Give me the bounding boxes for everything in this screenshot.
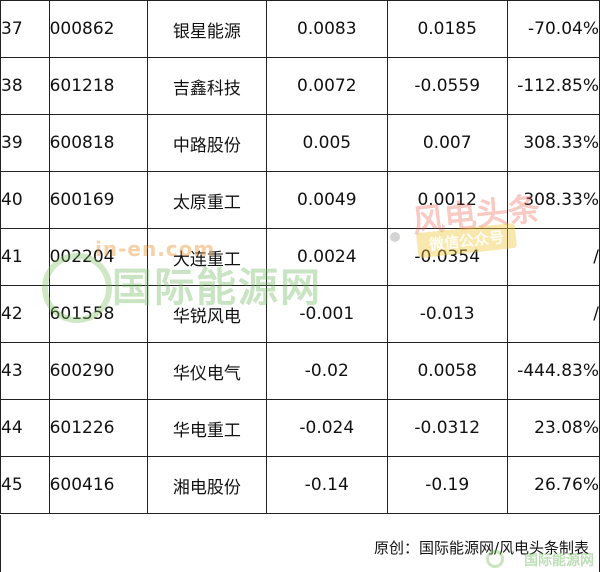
table-row: 43 600290 华仪电气 -0.02 0.0058 -444.83% xyxy=(0,342,600,400)
stock-code-cell: 601558 xyxy=(48,285,148,343)
value-2-cell: -0.0354 xyxy=(386,228,508,286)
change-cell: 308.33% xyxy=(506,114,600,172)
value-2-cell: 0.0012 xyxy=(386,171,508,229)
rank-cell: 41 xyxy=(0,228,50,286)
company-name-cell: 中路股份 xyxy=(146,114,268,172)
rank-cell: 39 xyxy=(0,114,50,172)
change-cell: -444.83% xyxy=(506,342,600,400)
table-row: 41 002204 大连重工 0.0024 -0.0354/ xyxy=(0,228,600,286)
company-name-cell: 大连重工 xyxy=(146,228,268,286)
data-table: 37 000862 银星能源 0.0083 0.0185 -70.04% 38 601218 吉… xyxy=(0,0,600,514)
value-1-cell: 0.005 xyxy=(266,114,388,172)
stock-code-cell: 600818 xyxy=(48,114,148,172)
value-1-cell: -0.14 xyxy=(266,456,388,514)
change-cell: / xyxy=(506,285,600,343)
stock-code-cell: 601218 xyxy=(48,57,148,115)
value-2-cell: -0.0559 xyxy=(386,57,508,115)
company-name-cell: 华仪电气 xyxy=(146,342,268,400)
value-2-cell: -0.0312 xyxy=(386,399,508,457)
table-row: 45 600416 湘电股份 -0.14 -0.19 26.76% xyxy=(0,456,600,514)
value-2-cell: 0.007 xyxy=(386,114,508,172)
stock-code-cell: 601226 xyxy=(48,399,148,457)
value-1-cell: 0.0049 xyxy=(266,171,388,229)
stock-code-cell: 600416 xyxy=(48,456,148,514)
rank-cell: 43 xyxy=(0,342,50,400)
stock-code-cell: 002204 xyxy=(48,228,148,286)
source-note: 原创：国际能源网/风电头条制表 xyxy=(373,539,589,557)
change-cell: -112.85% xyxy=(506,57,600,115)
rank-cell: 40 xyxy=(0,171,50,229)
table-row: 42 601558 华锐风电 -0.001 -0.013/ xyxy=(0,285,600,343)
value-2-cell: 0.0185 xyxy=(386,0,508,58)
table-row: 39 600818 中路股份 0.005 0.007 308.33% xyxy=(0,114,600,172)
table-body: 37 000862 银星能源 0.0083 0.0185 -70.04% 38 601218 吉… xyxy=(0,0,600,514)
change-cell: 308.33% xyxy=(506,171,600,229)
table-row: 37 000862 银星能源 0.0083 0.0185 -70.04% xyxy=(0,0,600,58)
value-1-cell: 0.0072 xyxy=(266,57,388,115)
change-cell: 23.08% xyxy=(506,399,600,457)
company-name-cell: 华锐风电 xyxy=(146,285,268,343)
value-1-cell: 0.0083 xyxy=(266,0,388,58)
company-name-cell: 吉鑫科技 xyxy=(146,57,268,115)
source-row: 原创：国际能源网/风电头条制表 xyxy=(0,515,600,572)
value-1-cell: -0.02 xyxy=(266,342,388,400)
value-1-cell: -0.024 xyxy=(266,399,388,457)
value-1-cell: 0.0024 xyxy=(266,228,388,286)
table-row: 40 600169 太原重工 0.0049 0.0012 308.33% xyxy=(0,171,600,229)
value-2-cell: -0.013 xyxy=(386,285,508,343)
rank-cell: 45 xyxy=(0,456,50,514)
rank-cell: 44 xyxy=(0,399,50,457)
company-name-cell: 太原重工 xyxy=(146,171,268,229)
stock-code-cell: 600169 xyxy=(48,171,148,229)
rank-cell: 37 xyxy=(0,0,50,58)
value-2-cell: 0.0058 xyxy=(386,342,508,400)
value-1-cell: -0.001 xyxy=(266,285,388,343)
company-name-cell: 湘电股份 xyxy=(146,456,268,514)
rank-cell: 38 xyxy=(0,57,50,115)
rank-cell: 42 xyxy=(0,285,50,343)
table-row: 38 601218 吉鑫科技 0.0072 -0.0559 -112.85% xyxy=(0,57,600,115)
company-name-cell: 银星能源 xyxy=(146,0,268,58)
change-cell: / xyxy=(506,228,600,286)
value-2-cell: -0.19 xyxy=(386,456,508,514)
stock-code-cell: 000862 xyxy=(48,0,148,58)
company-name-cell: 华电重工 xyxy=(146,399,268,457)
change-cell: -70.04% xyxy=(506,0,600,58)
table-row: 44 601226 华电重工 -0.024 -0.0312 23.08% xyxy=(0,399,600,457)
change-cell: 26.76% xyxy=(506,456,600,514)
stock-code-cell: 600290 xyxy=(48,342,148,400)
